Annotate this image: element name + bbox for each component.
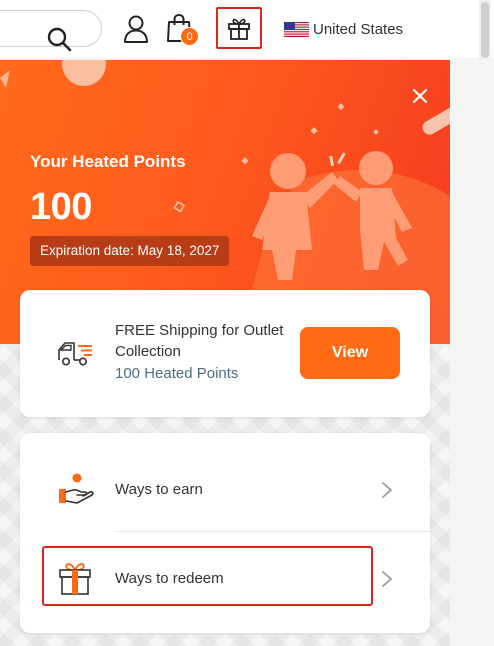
rewards-gift-button[interactable]	[216, 7, 262, 49]
rewards-menu-card: Ways to earn Ways to redeem	[20, 433, 430, 633]
user-icon[interactable]	[122, 14, 150, 44]
search-input[interactable]	[0, 10, 102, 52]
expiration-badge: Expiration date: May 18, 2027	[30, 236, 230, 266]
menu-item-label: Ways to redeem	[115, 570, 224, 587]
menu-item-ways-to-earn[interactable]: Ways to earn	[20, 445, 430, 535]
menu-item-label: Ways to earn	[115, 481, 203, 498]
gift-icon	[228, 18, 250, 40]
delivery-truck-icon	[58, 342, 92, 366]
hand-coin-icon	[59, 473, 94, 504]
country-selector[interactable]: United States	[284, 19, 403, 39]
close-icon[interactable]	[408, 84, 432, 108]
chevron-right-icon	[382, 482, 392, 498]
search-icon[interactable]	[45, 25, 73, 53]
reward-title: FREE Shipping for Outlet Collection	[115, 322, 284, 360]
cart-count-badge: 0	[180, 27, 199, 46]
view-reward-button[interactable]: View	[300, 327, 400, 379]
points-balance: 100	[30, 186, 92, 228]
points-title: Your Heated Points	[30, 152, 186, 171]
reward-points-cost: 100 Heated Points	[115, 365, 239, 382]
page-scrollbar[interactable]	[479, 0, 491, 60]
us-flag-icon	[284, 21, 309, 37]
menu-item-ways-to-redeem[interactable]: Ways to redeem	[20, 534, 430, 624]
chevron-right-icon	[382, 571, 392, 587]
gift-icon	[59, 563, 91, 595]
top-header: 0 United States	[0, 0, 494, 60]
country-label: United States	[313, 20, 404, 38]
menu-divider	[115, 531, 430, 532]
rewards-panel: Your Heated Points 100 Expiration date: …	[0, 60, 450, 646]
reward-card: FREE Shipping for Outlet Collection 100 …	[20, 290, 430, 417]
